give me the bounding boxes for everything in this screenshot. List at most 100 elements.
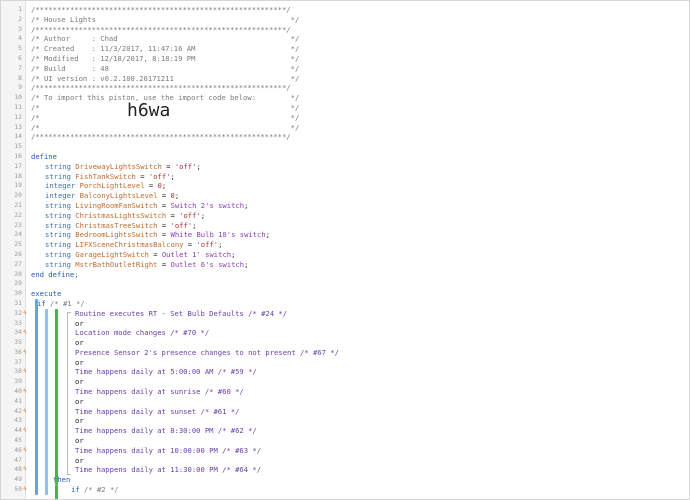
code-content: /***************************************…: [31, 83, 291, 93]
var-value: Switch 2's switch: [170, 200, 245, 210]
code-line: 14 /*************************************…: [1, 132, 689, 142]
code-line: 36 ϟ Presence Sensor 2's presence changes …: [1, 348, 689, 358]
code-line: 24 string BedroomLightsSwitch = White Bul…: [1, 230, 689, 240]
code-content: /***************************************…: [31, 5, 291, 15]
code-content: string BedroomLightsSwitch = White Bulb …: [45, 230, 270, 240]
line-number: 7: [18, 63, 22, 72]
code-content: string DrivewayLightsSwitch = 'off';: [45, 162, 201, 172]
code-line: 33 or: [1, 319, 689, 329]
code-line: 37 or: [1, 358, 689, 368]
line-number: 14: [14, 132, 22, 141]
lightning-bolt-icon: ϟ: [23, 445, 27, 454]
var-name: ChristmasLightsSwitch: [75, 210, 167, 220]
comment-text: /* Created : 11/3/2017, 11:47:16 AM */: [31, 44, 300, 54]
line-number: 23: [14, 220, 22, 229]
lightning-bolt-icon: ϟ: [23, 347, 27, 356]
condition-text: Time happens daily at 5:00:00 AM /* #59 …: [75, 367, 257, 377]
end-define-keyword: end define;: [31, 269, 79, 279]
code-content: Time happens daily at 5:00:00 AM /* #59 …: [75, 367, 257, 377]
line-number: 35: [14, 338, 22, 347]
code-line: 5 /* Created : 11/3/2017, 11:47:16 AM */: [1, 44, 689, 54]
code-content: /* Modified : 12/18/2017, 8:18:19 PM */: [31, 54, 299, 64]
comment-text: /* */: [31, 122, 300, 132]
line-number: 19: [14, 181, 22, 190]
code-line: 12 /* */h6wa: [1, 101, 689, 123]
line-number: 11: [14, 102, 22, 111]
var-name: LIFXSceneChristmasBalcony: [75, 240, 184, 250]
code-content: Time happens daily at 10:00:00 PM /* #63…: [75, 446, 261, 456]
code-content: Time happens daily at 8:30:00 PM /* #62 …: [75, 426, 257, 436]
code-content: string ChristmasLightsSwitch = 'off';: [45, 211, 205, 221]
condition-bracket: [67, 311, 68, 476]
line-number: 6: [18, 53, 22, 62]
var-value: 'off': [196, 240, 219, 250]
or-operator: or: [75, 338, 84, 348]
var-name: BalconyLightsLevel: [79, 191, 158, 201]
var-value: Outlet 6's switch: [170, 259, 245, 269]
code-token: ;: [174, 191, 180, 201]
line-number: 26: [14, 249, 22, 258]
var-type: integer: [45, 181, 76, 191]
code-token: =: [157, 230, 171, 240]
var-type: string: [45, 259, 71, 269]
code-content: string FishTankSwitch = 'off';: [45, 172, 175, 182]
line-number: 49: [14, 475, 22, 484]
code-line: 39 or: [1, 377, 689, 387]
code-content: integer PorchLightLevel = 0;: [45, 181, 166, 191]
code-line: 11/* */: [1, 103, 689, 113]
line-number: 41: [14, 396, 22, 405]
code-line: 22 string ChristmasLightsSwitch = 'off';: [1, 211, 689, 221]
or-operator: or: [75, 416, 84, 426]
line-number: 25: [14, 240, 22, 249]
code-line: 47 or: [1, 456, 689, 466]
code-line: 41 or: [1, 397, 689, 407]
code-line: 17 string DrivewayLightsSwitch = 'off';: [1, 162, 689, 172]
comment-text: /* UI version : v0.2.100.20171211 */: [31, 73, 300, 83]
code-content: Presence Sensor 2's presence changes to …: [75, 348, 339, 358]
code-content: if /* #2 */: [71, 485, 119, 495]
comment-text: /***************************************…: [31, 83, 291, 93]
code-token: ;: [170, 171, 175, 181]
code-line: 26 string GarageLightSwitch = Outlet 1' s…: [1, 250, 689, 260]
lightning-bolt-icon: ϟ: [23, 308, 27, 317]
code-content: /* House Lights */: [31, 15, 299, 25]
or-operator: or: [75, 436, 84, 446]
code-content: Time happens daily at sunset /* #61 */: [75, 407, 239, 417]
code-token: ;: [192, 220, 197, 230]
var-type: string: [45, 171, 71, 181]
code-content: or: [75, 319, 84, 329]
code-token: ;: [218, 240, 223, 250]
code-token: ;: [244, 200, 249, 210]
code-content: /* */: [31, 123, 299, 133]
code-line: 43 or: [1, 416, 689, 426]
code-line: 28 end define;: [1, 270, 689, 280]
code-content: execute: [31, 289, 61, 299]
then-block-bar: [55, 485, 58, 499]
code-lines: 1 /**************************************…: [1, 5, 689, 495]
line-number: 12: [14, 112, 22, 121]
code-line: 8 /* UI version : v0.2.100.20171211 */: [1, 74, 689, 84]
line-number: 3: [18, 24, 22, 33]
code-token: =: [166, 210, 180, 220]
line-number: 29: [14, 279, 22, 288]
code-content: if /* #1 */: [37, 299, 85, 309]
line-number: 44: [14, 426, 22, 435]
line-number: 17: [14, 161, 22, 170]
line-number: 24: [14, 230, 22, 239]
if-block-bar: [45, 308, 48, 495]
code-line: 18 string FishTankSwitch = 'off';: [1, 172, 689, 182]
code-line: 20 integer BalconyLightsLevel = 0;: [1, 191, 689, 201]
code-line: 23 string ChristmasTreeSwitch = 'off';: [1, 221, 689, 231]
line-number: 32: [14, 308, 22, 317]
line-number: 9: [18, 83, 22, 92]
code-viewer: 1 /**************************************…: [0, 0, 690, 500]
code-line: 16 define: [1, 152, 689, 162]
code-content: integer BalconyLightsLevel = 0;: [45, 191, 179, 201]
code-token: ;: [161, 181, 167, 191]
var-name: DrivewayLightsSwitch: [75, 161, 162, 171]
var-type: string: [45, 249, 71, 259]
code-content: or: [75, 397, 84, 407]
line-number: 21: [14, 200, 22, 209]
code-line: 3 /**************************************…: [1, 25, 689, 35]
code-content: /* Build : 48 */: [31, 64, 299, 74]
